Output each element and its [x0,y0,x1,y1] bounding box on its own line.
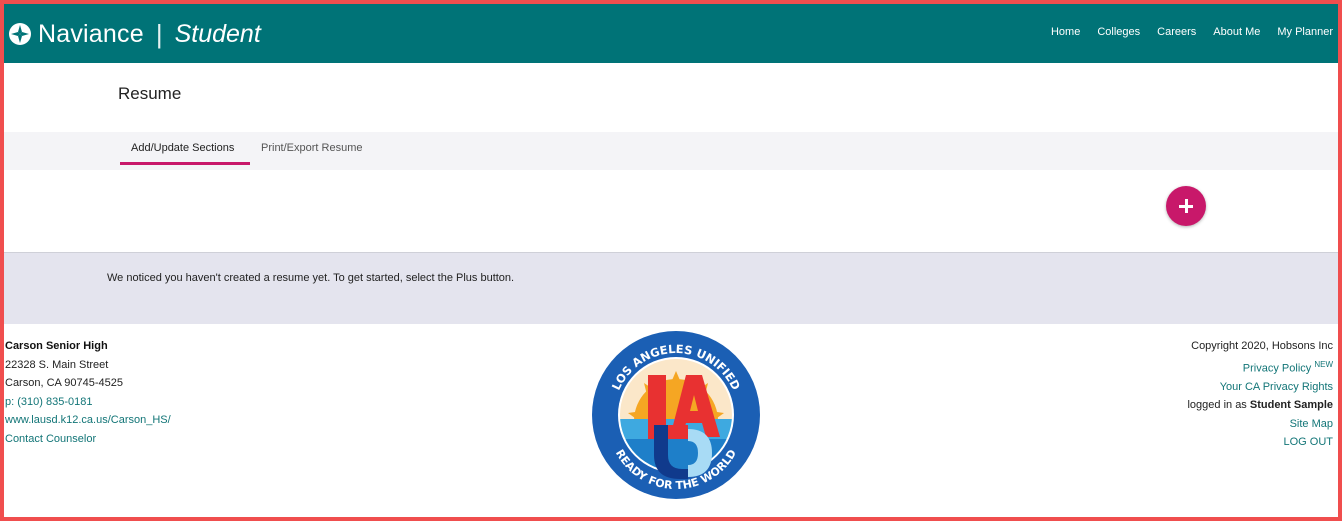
brand-logo[interactable]: Naviance | Student [8,17,261,51]
new-badge: NEW [1314,359,1333,369]
tab-print-export-resume[interactable]: Print/Export Resume [261,142,362,154]
school-phone-link[interactable]: p: (310) 835-0181 [5,396,92,408]
top-navigation-bar: Naviance | Student Home Colleges Careers… [4,4,1338,63]
footer-links: Copyright 2020, Hobsons Inc Privacy Poli… [1187,337,1333,452]
naviance-compass-icon [9,23,31,45]
site-map-link[interactable]: Site Map [1290,418,1333,430]
nav-home[interactable]: Home [1051,26,1080,38]
nav-careers[interactable]: Careers [1157,26,1196,38]
active-tab-indicator [120,162,250,165]
brand-product: Student [174,19,261,48]
logout-link[interactable]: LOG OUT [1283,436,1333,448]
brand-separator: | [155,18,163,49]
logged-in-user: Student Sample [1249,399,1333,412]
add-section-button[interactable] [1166,186,1206,226]
ca-privacy-rights-link[interactable]: Your CA Privacy Rights [1220,381,1333,393]
app-frame: Naviance | Student Home Colleges Careers… [0,0,1342,521]
logged-in-prefix: logged in as [1187,399,1247,412]
school-website-link[interactable]: www.lausd.k12.ca.us/Carson_HS/ [5,414,171,426]
school-info: Carson Senior High 22328 S. Main Street … [5,337,171,448]
logged-in-status: logged in as Student Sample [1187,396,1333,415]
tab-add-update-sections[interactable]: Add/Update Sections [131,142,234,154]
nav-colleges[interactable]: Colleges [1097,26,1140,38]
district-seal-logo: LOS ANGELES UNIFIED READY FOR THE WORLD [592,331,760,499]
notice-text: We noticed you haven't created a resume … [107,272,515,284]
school-address-line1: 22328 S. Main Street [5,358,109,371]
school-name: Carson Senior High [5,340,108,352]
nav-about-me[interactable]: About Me [1213,26,1260,38]
tab-bar: Add/Update Sections Print/Export Resume [4,132,1338,170]
empty-resume-notice: We noticed you haven't created a resume … [4,252,1338,324]
nav-my-planner[interactable]: My Planner [1277,26,1333,38]
school-address-line2: Carson, CA 90745-4525 [5,377,124,389]
main-nav: Home Colleges Careers About Me My Planne… [1034,26,1333,38]
contact-counselor-link[interactable]: Contact Counselor [5,433,96,445]
privacy-policy-link[interactable]: Privacy Policy [1243,362,1311,374]
page-title: Resume [118,84,182,103]
brand-name: Naviance [38,19,144,48]
copyright-text: Copyright 2020, Hobsons Inc [1191,340,1333,352]
